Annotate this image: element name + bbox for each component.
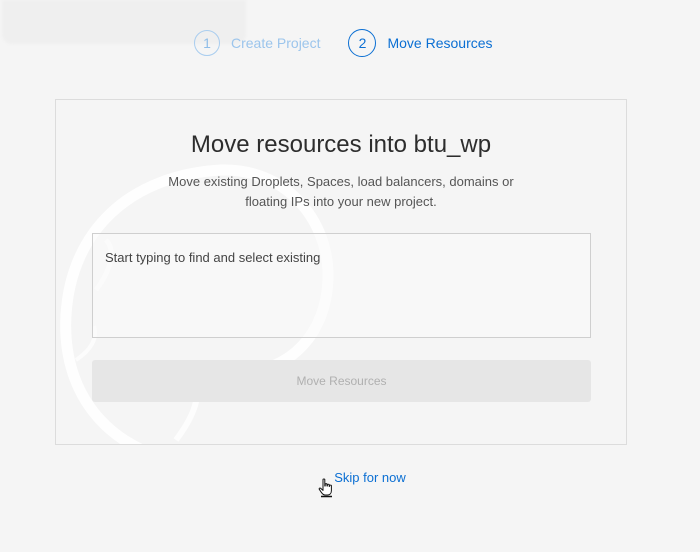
step-label-create-project: Create Project [231, 35, 321, 51]
skip-link-label[interactable]: Skip for now [294, 470, 406, 485]
step-number-1: 1 [194, 30, 220, 56]
hand-pointer-icon [318, 478, 332, 498]
card-description: Move existing Droplets, Spaces, load bal… [168, 174, 514, 209]
step-move-resources[interactable]: 2 Move Resources [348, 29, 493, 57]
step-label-move-resources: Move Resources [387, 35, 493, 51]
step-number-2: 2 [348, 29, 377, 57]
move-resources-card: Move resources into btu_wp Move existing… [55, 99, 627, 445]
move-resources-button[interactable]: Move Resources [92, 360, 591, 402]
resource-search-box[interactable] [92, 233, 591, 338]
resource-search-input[interactable] [93, 234, 590, 337]
skip-for-now-link[interactable]: Skip for now [0, 470, 700, 485]
progress-stepper: 1 Create Project 2 Move Resources [194, 29, 493, 57]
step-create-project[interactable]: 1 Create Project [194, 30, 320, 56]
card-title: Move resources into btu_wp [190, 131, 492, 158]
